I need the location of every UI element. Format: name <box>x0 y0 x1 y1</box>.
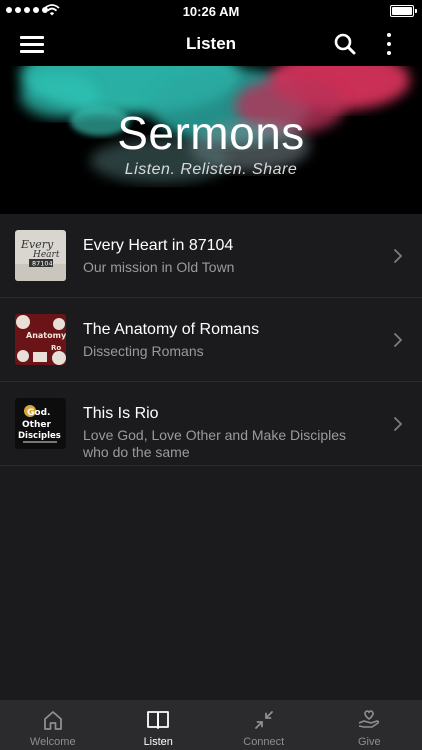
list-item[interactable]: Anatomy Ro The Anatomy of Romans Dissect… <box>0 298 422 382</box>
heart-hand-icon <box>358 710 380 728</box>
banner-title: Sermons <box>117 107 305 159</box>
svg-text:Ro: Ro <box>51 344 61 352</box>
battery-icon <box>390 5 417 17</box>
svg-text:Other: Other <box>22 420 51 430</box>
chevron-right-icon <box>393 332 403 348</box>
status-time: 10:26 AM <box>182 4 240 19</box>
page-title: Listen <box>185 34 237 53</box>
tab-bar: Welcome Listen Connect Give <box>0 700 422 750</box>
arrows-in-icon <box>254 711 273 729</box>
svg-text:God.: God. <box>27 408 50 418</box>
list-item[interactable]: Every Heart 87104 Every Heart in 87104 O… <box>0 214 422 298</box>
chevron-right-icon <box>393 416 403 432</box>
tab-connect[interactable]: Connect <box>211 700 317 750</box>
chevron-right-icon <box>393 248 403 264</box>
tab-label: Welcome <box>29 736 76 748</box>
series-thumbnail: God. Other Disciples <box>15 398 66 449</box>
more-options-button[interactable] <box>382 31 396 57</box>
sermons-banner: Sermons Listen. Relisten. Share <box>0 66 422 214</box>
series-thumbnail: Every Heart 87104 <box>15 230 66 281</box>
series-subtitle: Dissecting Romans <box>83 343 204 359</box>
tab-label: Connect <box>243 736 285 748</box>
svg-text:Disciples: Disciples <box>18 431 61 441</box>
home-icon <box>43 711 62 730</box>
navigation-bar: Listen <box>0 22 422 66</box>
list-item[interactable]: God. Other Disciples This Is Rio Love Go… <box>0 382 422 466</box>
series-title: Every Heart in 87104 <box>83 237 234 254</box>
tab-label: Give <box>357 736 381 748</box>
tab-welcome[interactable]: Welcome <box>0 700 106 750</box>
series-title: The Anatomy of Romans <box>83 321 260 338</box>
svg-text:Anatomy: Anatomy <box>26 331 66 340</box>
banner-subtitle: Listen. Relisten. Share <box>124 161 298 178</box>
tab-listen[interactable]: Listen <box>106 700 212 750</box>
sermon-series-list: Every Heart 87104 Every Heart in 87104 O… <box>0 214 422 466</box>
book-icon <box>147 711 170 729</box>
tab-give[interactable]: Give <box>317 700 422 750</box>
svg-text:Heart: Heart <box>32 250 60 260</box>
series-subtitle: Our mission in Old Town <box>83 259 235 275</box>
series-title: This Is Rio <box>83 405 159 422</box>
search-icon[interactable] <box>334 33 356 55</box>
series-thumbnail: Anatomy Ro <box>15 314 66 365</box>
status-bar: 10:26 AM <box>0 0 422 22</box>
svg-text:87104: 87104 <box>32 260 53 268</box>
series-subtitle: Love God, Love Other and Make Disciples … <box>83 427 347 460</box>
tab-label: Listen <box>143 736 173 748</box>
